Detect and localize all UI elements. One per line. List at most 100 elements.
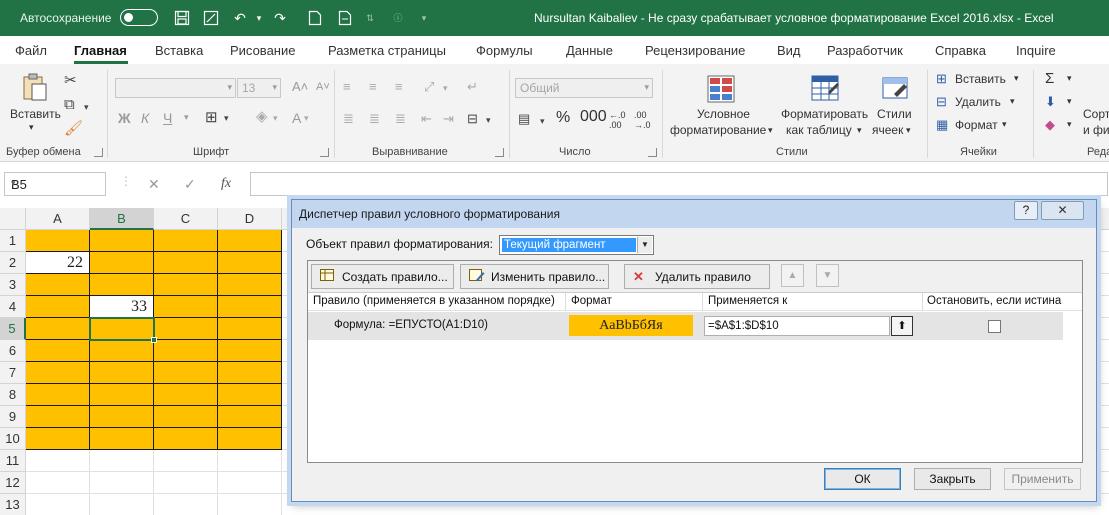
close-button[interactable]: Закрыть — [914, 468, 991, 490]
insert-function-icon[interactable]: fx — [221, 176, 231, 192]
fill-color-dropdown-icon[interactable]: ▾ — [273, 109, 278, 127]
italic-button[interactable]: К — [141, 110, 149, 126]
cell-d12[interactable] — [218, 472, 282, 494]
chevron-down-icon[interactable]: ▼ — [637, 237, 652, 253]
tab-file[interactable]: Файл — [15, 43, 47, 58]
tab-inquire[interactable]: Inquire — [1016, 43, 1056, 58]
save-icon[interactable] — [172, 8, 192, 28]
cell-styles-label[interactable]: Стили — [877, 107, 912, 121]
cell-d2[interactable] — [218, 252, 282, 274]
insert-cells-icon[interactable]: ⊞ — [936, 70, 947, 88]
fill-icon[interactable]: ⬇ — [1045, 93, 1056, 111]
font-size-select[interactable]: 13 ▾ — [237, 78, 281, 98]
move-down-button[interactable]: ▼ — [816, 264, 839, 287]
cell-d5[interactable] — [218, 318, 282, 340]
align-middle-icon[interactable]: ≡ — [369, 78, 377, 96]
autosave-toggle[interactable] — [120, 9, 158, 26]
format-painter-icon[interactable]: 🖌 — [64, 120, 83, 138]
conditional-formatting-icon[interactable] — [706, 74, 736, 104]
cell-b13[interactable] — [90, 494, 154, 515]
cancel-icon[interactable]: ✕ — [148, 176, 160, 193]
cell-styles-icon[interactable] — [880, 74, 910, 104]
cell-b3[interactable] — [90, 274, 154, 296]
close-icon[interactable]: ✕ — [1041, 201, 1084, 220]
fill-dropdown-icon[interactable]: ▾ — [1067, 96, 1072, 107]
align-right-icon[interactable]: ≣ — [395, 110, 406, 128]
comma-style-icon[interactable]: 000 — [580, 108, 607, 126]
tab-help[interactable]: Справка — [935, 43, 986, 58]
move-up-button[interactable]: ▲ — [781, 264, 804, 287]
conditional-formatting-label[interactable]: Условное — [697, 107, 750, 121]
align-center-icon[interactable]: ≣ — [369, 110, 380, 128]
format-shortcut-icon[interactable]: ⓘ — [388, 8, 408, 28]
tab-draw[interactable]: Рисование — [230, 43, 295, 58]
delete-rule-button[interactable]: ✕ Удалить правило — [624, 264, 770, 289]
cell-d11[interactable] — [218, 450, 282, 472]
fill-handle[interactable] — [151, 337, 157, 343]
paste-label[interactable]: Вставить — [10, 107, 61, 121]
undo-icon[interactable]: ↶ — [230, 8, 250, 28]
delete-cells-label[interactable]: Удалить — [955, 95, 1001, 109]
tab-developer[interactable]: Разработчик — [827, 43, 903, 58]
apply-button[interactable]: Применить — [1004, 468, 1081, 490]
copy-dropdown-icon[interactable]: ▾ — [84, 98, 89, 116]
row-header-6[interactable]: 6 — [0, 340, 26, 362]
autosum-icon[interactable]: Σ — [1045, 70, 1054, 87]
align-top-icon[interactable]: ≡ — [343, 78, 351, 96]
applies-to-input[interactable]: =$A$1:$D$10 — [704, 316, 890, 336]
row-header-7[interactable]: 7 — [0, 362, 26, 384]
delete-cells-icon[interactable]: ⊟ — [936, 93, 947, 111]
percent-style-icon[interactable]: % — [556, 109, 570, 127]
cell-a3[interactable] — [26, 274, 90, 296]
cell-styles-dropdown-icon[interactable]: ▾ — [906, 125, 911, 136]
align-bottom-icon[interactable]: ≡ — [395, 78, 403, 96]
cell-a4[interactable] — [26, 296, 90, 318]
align-left-icon[interactable]: ≣ — [343, 110, 354, 128]
cell-b9[interactable] — [90, 406, 154, 428]
customize-qat-icon[interactable]: ▾ — [414, 8, 434, 28]
column-header-c[interactable]: C — [154, 208, 218, 230]
row-header-11[interactable]: 11 — [0, 450, 26, 472]
cell-b4[interactable]: 33 — [90, 296, 154, 318]
cell-a11[interactable] — [26, 450, 90, 472]
tab-review[interactable]: Рецензирование — [645, 43, 745, 58]
orientation-dropdown-icon[interactable]: ▾ — [443, 79, 448, 97]
accounting-dropdown-icon[interactable]: ▾ — [540, 112, 545, 130]
borders-dropdown-icon[interactable]: ▾ — [224, 109, 229, 127]
wrap-text-icon[interactable]: ↵ — [467, 78, 478, 96]
cell-b12[interactable] — [90, 472, 154, 494]
cell-d13[interactable] — [218, 494, 282, 515]
cell-c3[interactable] — [154, 274, 218, 296]
row-header-4[interactable]: 4 — [0, 296, 26, 318]
cell-c11[interactable] — [154, 450, 218, 472]
row-header-3[interactable]: 3 — [0, 274, 26, 296]
cell-c6[interactable] — [154, 340, 218, 362]
delete-cells-dropdown-icon[interactable]: ▾ — [1010, 96, 1015, 107]
copy-icon[interactable]: ⧉ — [64, 96, 75, 114]
merge-dropdown-icon[interactable]: ▾ — [486, 111, 491, 129]
alignment-launcher-icon[interactable] — [495, 148, 504, 157]
name-box[interactable]: B5 ▾ — [4, 172, 106, 196]
cell-b7[interactable] — [90, 362, 154, 384]
cell-d6[interactable] — [218, 340, 282, 362]
tab-formulas[interactable]: Формулы — [476, 43, 533, 58]
shrink-font-icon[interactable]: A˅ — [316, 81, 330, 93]
cell-a1[interactable] — [26, 230, 90, 252]
accounting-format-icon[interactable]: ▤ — [518, 110, 530, 128]
conditional-formatting-dropdown-icon[interactable]: ▾ — [768, 125, 773, 136]
tab-insert[interactable]: Вставка — [155, 43, 203, 58]
row-header-1[interactable]: 1 — [0, 230, 26, 252]
cell-b1[interactable] — [90, 230, 154, 252]
borders-icon[interactable]: ⊞ — [205, 109, 218, 127]
cell-d10[interactable] — [218, 428, 282, 450]
cell-c13[interactable] — [154, 494, 218, 515]
cell-styles-label-2[interactable]: ячеек — [872, 123, 903, 137]
cell-c2[interactable] — [154, 252, 218, 274]
cell-b11[interactable] — [90, 450, 154, 472]
cell-d9[interactable] — [218, 406, 282, 428]
row-header-5[interactable]: 5 — [0, 318, 26, 340]
autosum-dropdown-icon[interactable]: ▾ — [1067, 73, 1072, 84]
row-header-8[interactable]: 8 — [0, 384, 26, 406]
row-header-12[interactable]: 12 — [0, 472, 26, 494]
cell-d7[interactable] — [218, 362, 282, 384]
